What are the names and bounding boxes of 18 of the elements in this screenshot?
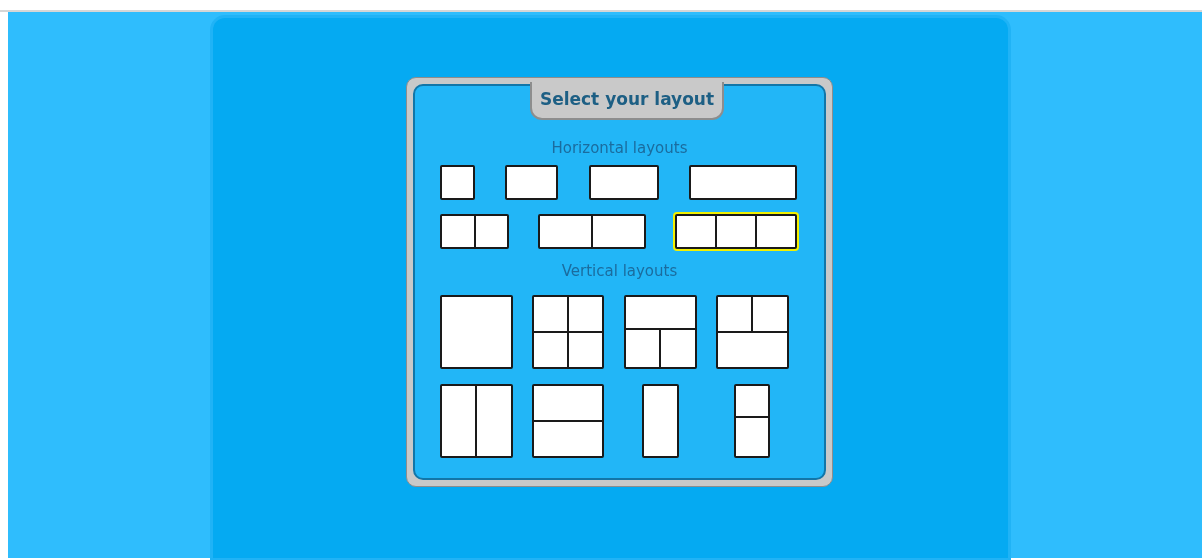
layout-option[interactable] xyxy=(641,384,679,458)
section-heading: Horizontal layouts xyxy=(550,138,689,158)
layout-option[interactable] xyxy=(439,384,513,458)
layout-option[interactable] xyxy=(588,165,659,200)
layout-option[interactable] xyxy=(532,384,604,458)
layout-option[interactable] xyxy=(440,165,475,200)
layout-option[interactable] xyxy=(538,214,646,249)
section-heading: Vertical layouts xyxy=(560,261,679,281)
layout-option[interactable] xyxy=(715,295,789,369)
dialog-title: Select your layout xyxy=(530,82,724,120)
layout-option[interactable] xyxy=(532,295,604,369)
layout-option[interactable] xyxy=(440,214,509,249)
layout-option[interactable] xyxy=(689,165,797,200)
layout-option[interactable] xyxy=(734,384,770,458)
layout-option[interactable] xyxy=(675,214,797,249)
layout-option[interactable] xyxy=(505,165,559,200)
layout-option[interactable] xyxy=(439,295,513,369)
layout-option[interactable] xyxy=(623,295,697,369)
